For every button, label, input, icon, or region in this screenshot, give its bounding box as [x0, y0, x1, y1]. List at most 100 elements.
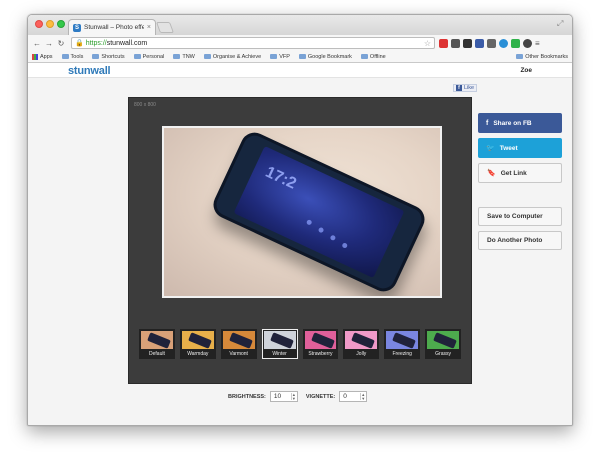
lock-icon: 🔒: [75, 40, 84, 47]
photo-editor: 800 x 800 17:2 Default Warmday Varmont Win: [128, 97, 472, 384]
bookmark-label: Other Bookmarks: [525, 53, 568, 60]
get-link-label: Get Link: [500, 169, 527, 177]
pen-icon[interactable]: [487, 38, 496, 48]
buffer-icon[interactable]: [463, 38, 472, 48]
pocket-icon[interactable]: [451, 38, 460, 48]
vignette-input[interactable]: 0 ▲ ▼: [339, 391, 368, 402]
bookmark-vfp[interactable]: VFP: [270, 54, 290, 60]
brightness-label: BRIGHTNESS:: [228, 393, 266, 400]
user-name[interactable]: Zoe: [520, 67, 532, 74]
adjustment-controls: BRIGHTNESS: 10 ▲ ▼ VIGNETTE: 0 ▲ ▼: [228, 391, 375, 402]
tweet-label: Tweet: [499, 144, 518, 152]
forward-icon[interactable]: →: [44, 39, 54, 48]
vignette-value: 0: [343, 393, 347, 400]
filter-thumbnail: [263, 331, 296, 349]
filter-grassy[interactable]: Grassy: [425, 329, 461, 359]
url-scheme: https://: [85, 39, 107, 47]
minimize-window-button[interactable]: [46, 20, 54, 28]
bookmark-google-bookmark[interactable]: Google Bookmark: [298, 53, 352, 60]
bookmark-personal[interactable]: Personal: [133, 53, 165, 60]
close-window-button[interactable]: [35, 20, 43, 28]
bookmark-label: Organise & Achieve: [212, 53, 262, 60]
image-dimensions: 800 x 800: [134, 102, 156, 108]
bookmarks-bar: Apps Tools Shortcuts Personal TNW Organise & …: [28, 51, 572, 63]
vignette-label: VIGNETTE:: [305, 393, 336, 400]
filter-thumbnail: [222, 331, 255, 349]
extension-icons: [439, 38, 532, 48]
filter-winter[interactable]: Winter: [261, 329, 298, 359]
folder-icon: [173, 54, 181, 59]
bookmark-label: Google Bookmark: [307, 53, 352, 60]
facebook-icon: f: [456, 85, 462, 91]
get-link-button[interactable]: 🔖 Get Link: [478, 163, 562, 183]
bookmark-other[interactable]: Other Bookmarks: [516, 54, 568, 60]
filter-strawberry[interactable]: Strawberry: [302, 329, 339, 359]
bookmark-icon: 🔖: [487, 170, 496, 177]
tab-close-icon[interactable]: ×: [147, 24, 151, 31]
main-content: f Like 800 x 800 17:2 Default Warmday Va…: [28, 78, 572, 425]
bookmark-label: TNW: [182, 53, 195, 60]
tab-stunwall[interactable]: S Stunwall – Photo effects... ×: [68, 19, 156, 35]
tweet-button[interactable]: 🐦 Tweet: [478, 138, 562, 158]
filter-default[interactable]: Default: [139, 329, 175, 359]
address-bar[interactable]: 🔒 https:// stunwall.com ☆: [71, 37, 435, 49]
url-host: stunwall.com: [106, 39, 148, 47]
profile-icon[interactable]: ⤢: [557, 19, 566, 28]
extension-dark-icon[interactable]: [523, 38, 532, 48]
bookmark-apps[interactable]: Apps: [32, 53, 53, 60]
new-tab-button[interactable]: [155, 22, 175, 33]
brightness-stepper[interactable]: ▲ ▼: [290, 393, 296, 400]
app-icon: [317, 226, 325, 234]
bookmark-shortcuts[interactable]: Shortcuts: [92, 54, 125, 60]
filter-label: Jolly: [356, 351, 367, 357]
filter-thumbnail: [345, 331, 378, 349]
menu-icon[interactable]: ≡: [535, 39, 540, 48]
bookmark-tools[interactable]: Tools: [61, 54, 83, 60]
action-sidebar: f Share on FB 🐦 Tweet 🔖 Get Link Save to…: [478, 113, 562, 255]
folder-icon: [203, 54, 211, 59]
filter-label: Winter: [272, 351, 287, 357]
do-another-photo-button[interactable]: Do Another Photo: [478, 231, 562, 250]
bookmark-organise-achieve[interactable]: Organise & Achieve: [203, 53, 262, 60]
vignette-stepper[interactable]: ▲ ▼: [360, 393, 365, 400]
filter-label: Varmont: [229, 351, 248, 357]
reload-icon[interactable]: ↻: [56, 39, 66, 48]
filter-label: Freezing: [392, 351, 412, 357]
save-label: Save to Computer: [487, 213, 543, 220]
facebook-like-button[interactable]: f Like: [453, 84, 478, 92]
back-icon[interactable]: ←: [32, 39, 42, 48]
tab-title: Stunwall – Photo effects...: [84, 24, 144, 31]
smartphone-image: 17:2: [208, 128, 430, 296]
bookmark-label: Apps: [40, 53, 53, 60]
apps-icon: [32, 53, 38, 60]
app-icon: [305, 219, 313, 226]
app-icon: [329, 234, 337, 242]
bookmark-label: Personal: [142, 53, 165, 60]
share-on-fb-button[interactable]: f Share on FB: [478, 113, 562, 133]
phone-clock: 17:2: [262, 163, 299, 193]
filter-jolly[interactable]: Jolly: [343, 329, 380, 359]
brightness-input[interactable]: 10 ▲ ▼: [269, 391, 298, 402]
extension-blue-icon[interactable]: [499, 38, 508, 48]
filter-warmday[interactable]: Warmday: [179, 329, 216, 359]
twitter-icon: 🐦: [486, 145, 495, 152]
bookmark-star-icon[interactable]: ☆: [424, 39, 431, 48]
browser-toolbar: ← → ↻ 🔒 https:// stunwall.com ☆ ≡: [28, 35, 572, 51]
facebook-icon: f: [486, 119, 489, 127]
folder-icon: [360, 54, 368, 59]
stunwall-favicon-icon: S: [73, 23, 81, 32]
folder-icon: [270, 54, 278, 59]
zoom-window-button[interactable]: [57, 20, 65, 28]
extension-red-icon[interactable]: [439, 38, 448, 48]
evernote-icon[interactable]: [511, 38, 520, 48]
stunwall-logo[interactable]: stunwall: [68, 65, 111, 77]
filter-thumbnail: [304, 331, 337, 349]
bookmark-offline[interactable]: Offline: [360, 53, 386, 60]
save-to-computer-button[interactable]: Save to Computer: [478, 207, 562, 226]
share-fb-label: Share on FB: [493, 119, 532, 127]
bookmark-tnw[interactable]: TNW: [173, 54, 195, 60]
filter-freezing[interactable]: Freezing: [384, 329, 421, 359]
extension-n-icon[interactable]: [475, 38, 484, 48]
filter-varmont[interactable]: Varmont: [220, 329, 257, 359]
bookmark-label: Offline: [369, 53, 386, 60]
